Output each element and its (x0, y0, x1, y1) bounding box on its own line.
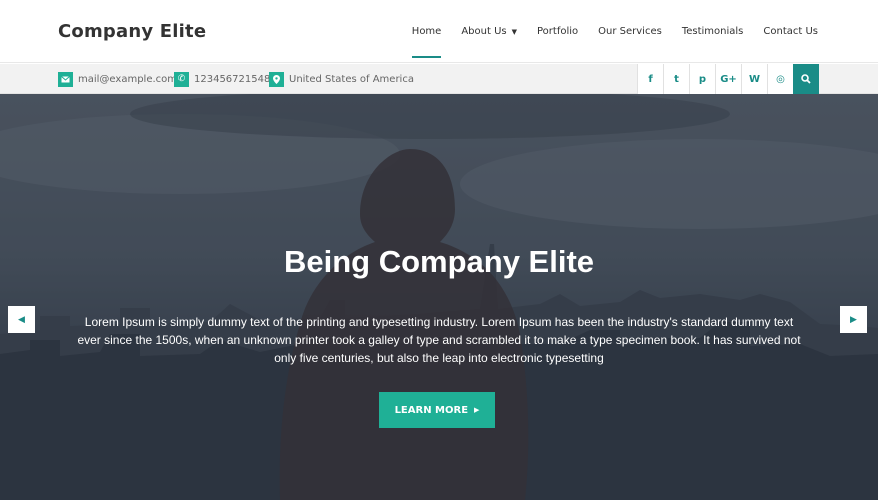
site-header: Company Elite Home About Us ▼ Portfolio O… (0, 0, 878, 63)
hero-overlay (0, 94, 878, 500)
caret-right-icon: ▶ (850, 314, 857, 325)
email-text: mail@example.com (78, 73, 178, 85)
learn-more-label: LEARN MORE (394, 404, 469, 416)
slider-prev-button[interactable]: ◀ (8, 306, 35, 333)
slider-next-button[interactable]: ▶ (840, 306, 867, 333)
social-links: f t p G+ W ◎ (637, 64, 819, 94)
nav-item-about-us[interactable]: About Us ▼ (461, 0, 517, 63)
nav-item-contact-us[interactable]: Contact Us (763, 0, 818, 63)
nav-item-home[interactable]: Home (411, 0, 442, 63)
map-marker-icon (269, 71, 284, 87)
learn-more-button[interactable]: LEARN MORE ▶ (379, 392, 495, 428)
instagram-icon[interactable]: ◎ (767, 64, 793, 94)
phone-text: 123456721548 (194, 73, 271, 85)
hero-description: Lorem Ipsum is simply dummy text of the … (77, 315, 801, 365)
location-contact: United States of America (269, 71, 414, 87)
location-text: United States of America (289, 73, 414, 85)
main-nav: Home About Us ▼ Portfolio Our Services Te… (392, 0, 818, 63)
nav-item-portfolio[interactable]: Portfolio (537, 0, 578, 63)
contact-bar: mail@example.com ✆ 123456721548 United S… (0, 64, 878, 94)
search-button[interactable] (793, 64, 819, 94)
email-contact[interactable]: mail@example.com (58, 71, 177, 87)
nav-item-label: Our Services (598, 26, 662, 37)
phone-icon: ✆ (174, 71, 189, 87)
nav-item-label: Home (411, 26, 442, 37)
hero-slider: Being Company Elite Lorem Ipsum is simpl… (0, 94, 878, 500)
wordpress-icon[interactable]: W (741, 64, 767, 94)
nav-item-our-services[interactable]: Our Services (598, 0, 662, 63)
envelope-icon (58, 71, 73, 87)
nav-item-label: Testimonials (681, 26, 744, 37)
search-icon (801, 74, 811, 84)
nav-item-testimonials[interactable]: Testimonials (682, 0, 744, 63)
caret-left-icon: ◀ (18, 314, 25, 325)
hero-title: Being Company Elite (283, 244, 595, 279)
nav-item-label: Portfolio (537, 26, 579, 37)
phone-contact[interactable]: ✆ 123456721548 (174, 71, 270, 87)
site-logo[interactable]: Company Elite (58, 21, 206, 42)
pinterest-icon[interactable]: p (689, 64, 715, 94)
chevron-down-icon: ▼ (511, 27, 517, 36)
facebook-icon[interactable]: f (637, 64, 663, 94)
caret-right-icon: ▶ (474, 406, 480, 414)
nav-item-label: About Us (461, 26, 507, 37)
twitter-icon[interactable]: t (663, 64, 689, 94)
nav-item-label: Contact Us (763, 26, 818, 37)
google-plus-icon[interactable]: G+ (715, 64, 741, 94)
